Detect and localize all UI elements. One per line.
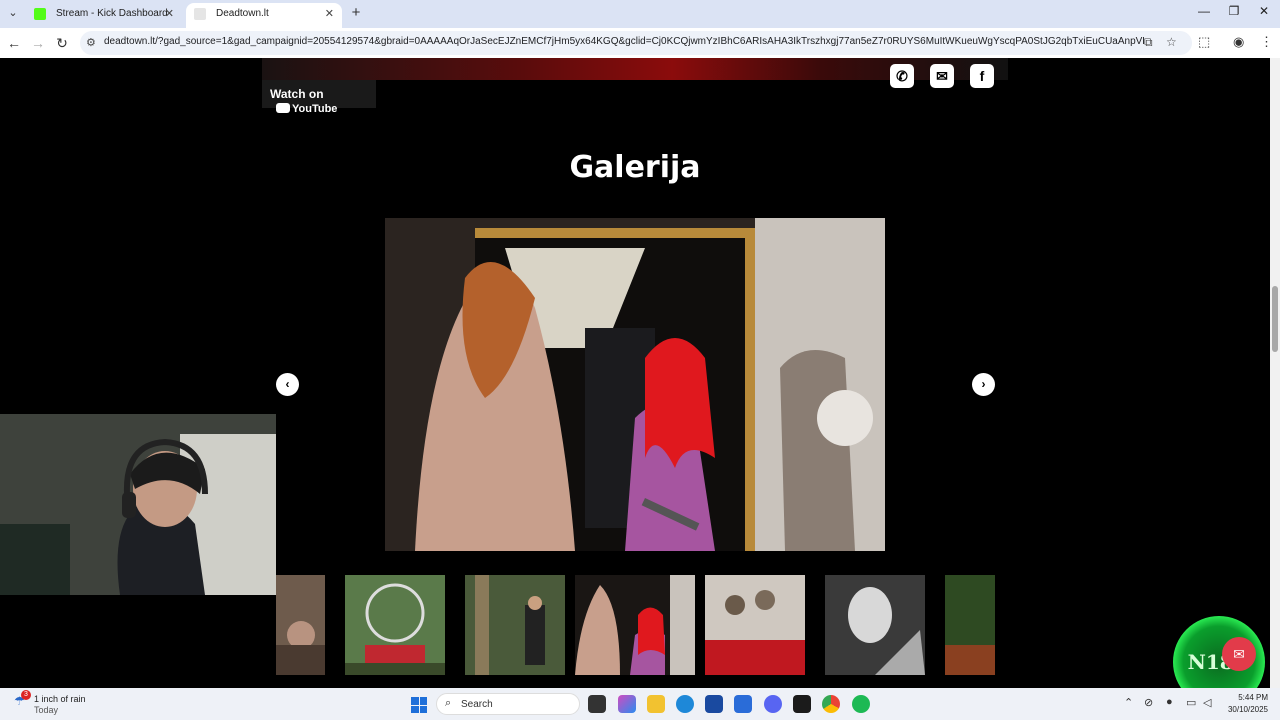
minimize-button[interactable]: — xyxy=(1189,4,1219,18)
thumbnail-image xyxy=(465,575,565,675)
tab-kick-dashboard[interactable]: Stream - Kick Dashboard ✕ xyxy=(26,3,182,28)
webcam-overlay xyxy=(0,414,276,595)
new-tab-button[interactable]: + xyxy=(346,4,366,21)
thumbnail-image xyxy=(945,575,995,675)
edge-icon[interactable] xyxy=(676,695,694,713)
profile-icon[interactable]: ◉ xyxy=(1233,34,1244,50)
browser-toolbar: ← → ↻ ⚙ deadtown.lt/?gad_source=1&gad_ca… xyxy=(0,28,1280,58)
thumbnail-image xyxy=(825,575,925,675)
thumbnail-image xyxy=(276,575,325,675)
back-button[interactable]: ← xyxy=(4,33,24,53)
thumbnail-image xyxy=(575,575,695,675)
tab-list-button[interactable]: ⌄ xyxy=(4,4,22,22)
gallery-thumbnail[interactable] xyxy=(705,575,805,675)
page-scrollbar[interactable] xyxy=(1270,58,1280,688)
gallery-thumbnail[interactable] xyxy=(825,575,925,675)
bookmark-star-icon[interactable]: ☆ xyxy=(1166,35,1177,49)
weather-badge: 3 xyxy=(21,690,31,700)
copilot-icon[interactable] xyxy=(618,695,636,713)
clock-date: 30/10/2025 xyxy=(1227,705,1268,714)
gallery-main-photo[interactable] xyxy=(385,218,885,551)
store-icon[interactable] xyxy=(705,695,723,713)
taskbar-search[interactable]: ⌕ Search xyxy=(436,693,580,715)
network-icon[interactable]: ▭ xyxy=(1186,696,1196,709)
tray-network-off-icon[interactable]: ⊘ xyxy=(1144,696,1153,709)
volume-icon[interactable]: ◁ xyxy=(1203,696,1211,709)
reload-button[interactable]: ↻ xyxy=(52,33,72,53)
weather-subtitle: Today xyxy=(34,705,59,715)
gallery-photo-image xyxy=(385,218,885,551)
close-window-button[interactable]: ✕ xyxy=(1249,4,1279,18)
phone-icon[interactable]: ✆ xyxy=(890,64,914,88)
spotify-icon[interactable] xyxy=(852,695,870,713)
thumbnail-image xyxy=(705,575,805,675)
url-text[interactable]: deadtown.lt/?gad_source=1&gad_campaignid… xyxy=(104,36,1144,47)
messenger-chat-icon[interactable]: ✉ xyxy=(1222,637,1256,671)
site-info-icon[interactable]: ⚙ xyxy=(86,36,96,49)
gallery-thumbnail[interactable] xyxy=(276,575,325,675)
restore-button[interactable]: ❐ xyxy=(1219,4,1249,18)
deadtown-favicon-icon xyxy=(194,8,206,20)
windows-taskbar: ☂ 3 1 inch of rain Today ⌕ Search ⌃ ⊘ ● … xyxy=(0,688,1280,720)
gallery-prev-button[interactable]: ‹ xyxy=(276,373,299,396)
search-placeholder: Search xyxy=(461,699,493,710)
weather-title: 1 inch of rain xyxy=(34,694,86,704)
kick-favicon-icon xyxy=(34,8,46,20)
gallery-thumbnail[interactable] xyxy=(345,575,445,675)
gallery-thumbnail[interactable] xyxy=(945,575,995,675)
mail-icon[interactable] xyxy=(734,695,752,713)
tab-title: Deadtown.lt xyxy=(216,8,269,19)
gallery-thumbnail[interactable] xyxy=(575,575,695,675)
youtube-play-icon xyxy=(276,103,290,113)
search-icon: ⌕ xyxy=(445,697,452,709)
thumbnail-image xyxy=(345,575,445,675)
gallery-title: Galerija xyxy=(569,150,701,185)
browser-tab-bar: ⌄ Stream - Kick Dashboard ✕ Deadtown.lt … xyxy=(0,0,1280,28)
watch-label: Watch on xyxy=(270,87,324,101)
tab-title: Stream - Kick Dashboard xyxy=(56,8,168,19)
facebook-icon[interactable]: f xyxy=(970,64,994,88)
address-bar[interactable]: ⚙ deadtown.lt/?gad_source=1&gad_campaign… xyxy=(80,31,1192,55)
tab-deadtown[interactable]: Deadtown.lt ✕ xyxy=(186,3,342,28)
translate-icon[interactable]: ⧉ xyxy=(1144,35,1153,50)
envelope-icon[interactable]: ✉ xyxy=(930,64,954,88)
clock-time: 5:44 PM xyxy=(1238,693,1268,702)
obs-icon[interactable] xyxy=(793,695,811,713)
forward-button[interactable]: → xyxy=(28,33,48,53)
youtube-brand: YouTube xyxy=(292,103,338,115)
windows-start-icon[interactable] xyxy=(411,697,427,713)
gallery-thumbnail[interactable] xyxy=(465,575,565,675)
task-view-icon[interactable] xyxy=(588,695,606,713)
close-icon[interactable]: ✕ xyxy=(165,3,174,25)
microphone-icon[interactable]: ● xyxy=(1166,696,1173,708)
extensions-icon[interactable]: ⬚ xyxy=(1198,34,1210,50)
file-explorer-icon[interactable] xyxy=(647,695,665,713)
discord-icon[interactable] xyxy=(764,695,782,713)
scrollbar-thumb[interactable] xyxy=(1272,286,1278,352)
taskbar-clock[interactable]: 5:44 PM 30/10/2025 xyxy=(1222,692,1268,716)
watch-on-youtube-button[interactable]: Watch on YouTube xyxy=(262,80,376,115)
chrome-icon[interactable] xyxy=(822,695,840,713)
gallery-next-button[interactable]: › xyxy=(972,373,995,396)
tray-chevron-icon[interactable]: ⌃ xyxy=(1124,696,1133,709)
menu-icon[interactable]: ⋮ xyxy=(1260,34,1273,50)
webcam-feed xyxy=(0,414,276,595)
youtube-logo: YouTube xyxy=(276,103,337,115)
close-icon[interactable]: ✕ xyxy=(325,3,334,25)
